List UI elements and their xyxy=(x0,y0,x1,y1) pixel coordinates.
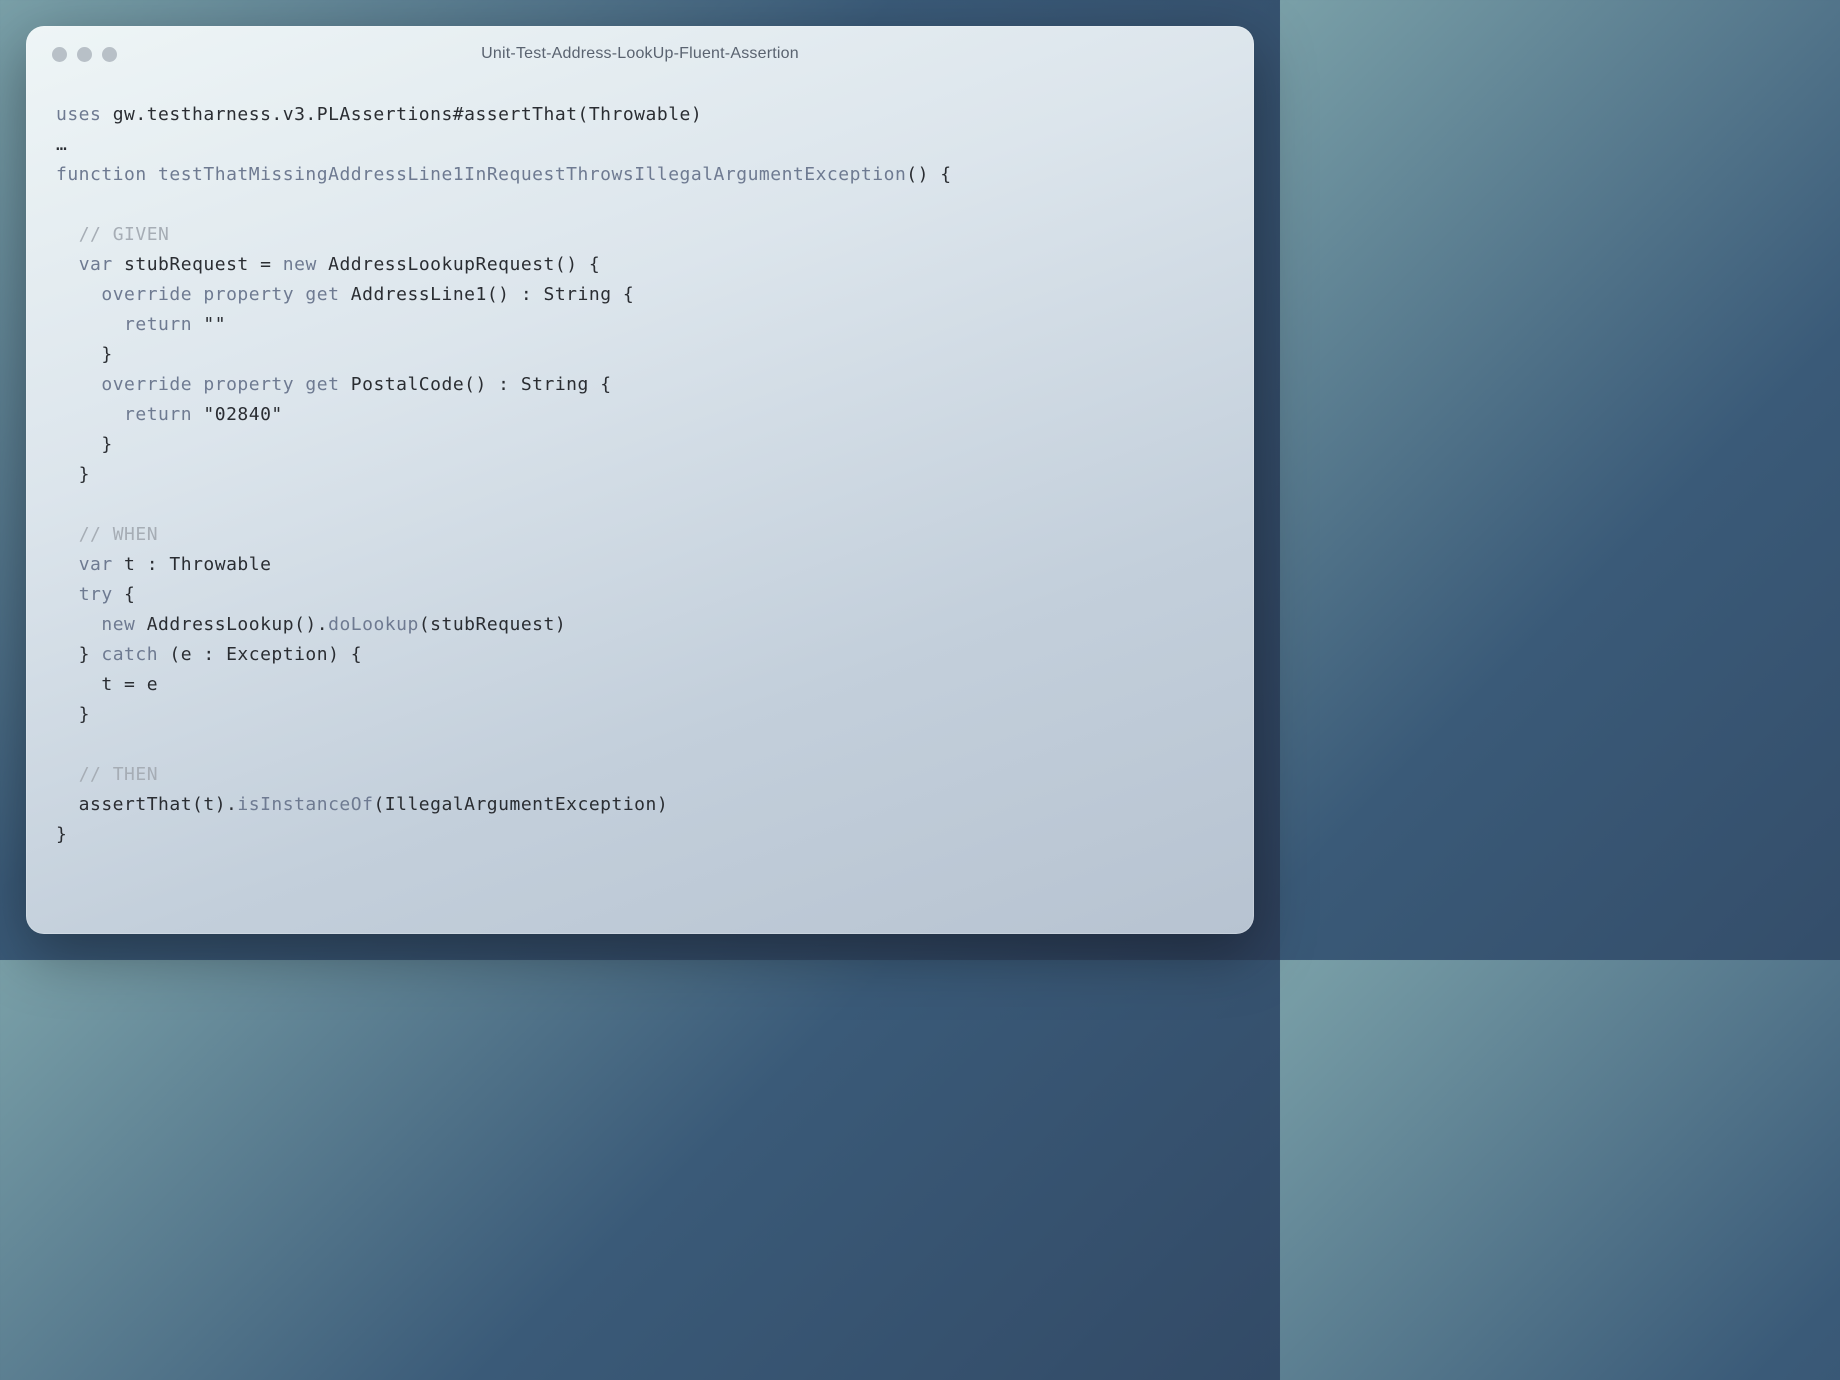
close-dot-icon[interactable] xyxy=(52,47,67,62)
code-content: uses gw.testharness.v3.PLAssertions#asse… xyxy=(26,82,1254,934)
minimize-dot-icon[interactable] xyxy=(77,47,92,62)
zoom-dot-icon[interactable] xyxy=(102,47,117,62)
window-title: Unit-Test-Address-LookUp-Fluent-Assertio… xyxy=(26,45,1254,63)
titlebar: Unit-Test-Address-LookUp-Fluent-Assertio… xyxy=(26,26,1254,82)
code-window: Unit-Test-Address-LookUp-Fluent-Assertio… xyxy=(26,26,1254,934)
traffic-lights xyxy=(52,47,117,62)
